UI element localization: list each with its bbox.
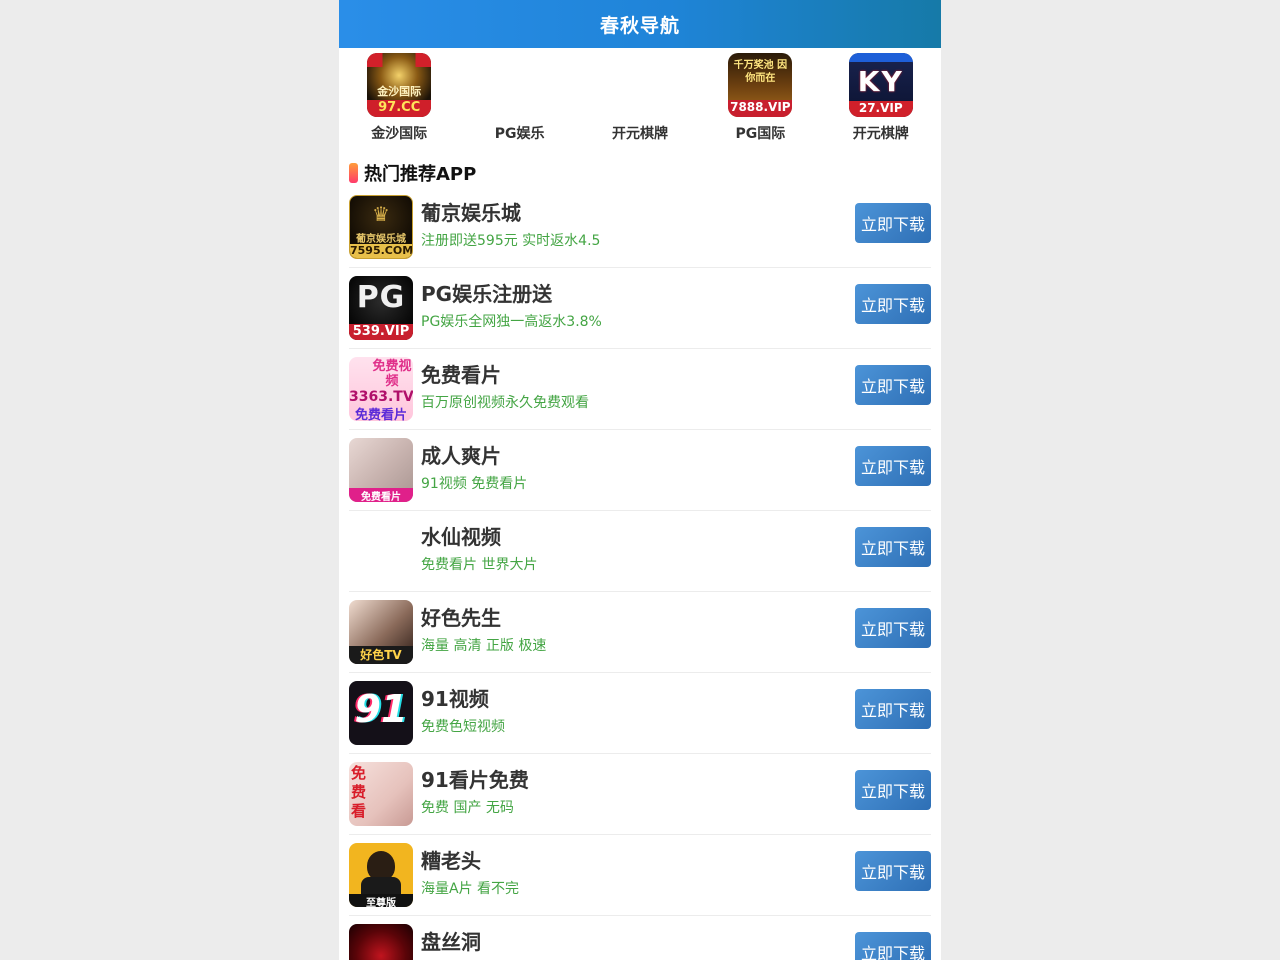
top-app-label: PG娱乐 xyxy=(494,126,545,142)
adult-video-icon-badge: 免费看片 xyxy=(349,488,413,502)
old-man-icon-badge: 至尊版 xyxy=(349,894,413,907)
top-app-label: 金沙国际 xyxy=(371,126,428,142)
app-row[interactable]: 至尊版 糟老头 海量A片 看不完 立即下载 xyxy=(349,835,931,916)
jinsha-icon-badge: 97.CC xyxy=(367,100,432,117)
ky-icon-badge: 27.VIP xyxy=(848,101,913,117)
top-app-ky[interactable]: KY 27.VIP 开元棋牌 xyxy=(821,53,941,144)
page: 春秋导航 金沙国际 97.CC 金沙国际 PG娱乐 开元棋牌 千万奖池 因你而在… xyxy=(339,0,941,960)
narcissus-app-icon xyxy=(349,519,413,583)
app-name: 91视频 xyxy=(421,687,489,711)
old-man-app-icon: 至尊版 xyxy=(349,843,413,907)
top-app-jinsha[interactable]: 金沙国际 97.CC 金沙国际 xyxy=(339,53,459,144)
pujing-app-icon: ♛ 葡京娱乐城 7595.COM xyxy=(349,195,413,259)
download-button[interactable]: 立即下载 xyxy=(855,365,931,405)
pg-icon-badge: 539.VIP xyxy=(349,324,413,340)
app-row[interactable]: ♛ 葡京娱乐城 7595.COM 葡京娱乐城 注册即送595元 实时返水4.5 … xyxy=(349,187,931,268)
pg-icon-sub: PG xyxy=(356,280,406,315)
app-name: 好色先生 xyxy=(421,606,501,630)
download-button[interactable]: 立即下载 xyxy=(855,608,931,648)
free-video-icon-sub2: 免费看片 xyxy=(354,408,407,421)
pujing-icon-sub: 葡京娱乐城 xyxy=(356,234,406,245)
app-desc: 免费 国产 无码 xyxy=(421,800,514,816)
top-app-label: 开元棋牌 xyxy=(611,126,668,142)
download-button[interactable]: 立即下载 xyxy=(855,446,931,486)
app-name: 盘丝洞 xyxy=(421,930,481,954)
adult-video-app-icon: 免费看片 xyxy=(349,438,413,502)
app-name: 成人爽片 xyxy=(421,444,501,468)
top-app-grid: 金沙国际 97.CC 金沙国际 PG娱乐 开元棋牌 千万奖池 因你而在 7888… xyxy=(339,48,941,144)
haose-icon-badge: 好色TV xyxy=(349,646,413,664)
pg-register-app-icon: PG 539.VIP xyxy=(349,276,413,340)
video91-app-icon: 91 xyxy=(349,681,413,745)
download-button[interactable]: 立即下载 xyxy=(855,203,931,243)
jinsha-icon-sub: 金沙国际 xyxy=(377,85,422,98)
app-list: ♛ 葡京娱乐城 7595.COM 葡京娱乐城 注册即送595元 实时返水4.5 … xyxy=(339,187,941,960)
download-button[interactable]: 立即下载 xyxy=(855,527,931,567)
pansidong-app-icon xyxy=(349,924,413,960)
top-app-label: 开元棋牌 xyxy=(852,126,909,142)
app-desc: 免费色短视频 xyxy=(421,719,505,735)
free-video-app-icon: 免费视频 3363.TV 免费看片 xyxy=(349,357,413,421)
jinsha-app-icon: 金沙国际 97.CC xyxy=(367,53,432,117)
download-button[interactable]: 立即下载 xyxy=(855,770,931,810)
ky-icon-sub: KY xyxy=(857,65,904,98)
app-desc: PG娱乐全网独一高返水3.8% xyxy=(421,314,602,330)
app-name: 葡京娱乐城 xyxy=(421,201,521,225)
pg-intl-icon-badge: 7888.VIP xyxy=(728,100,793,117)
pg-app-icon xyxy=(487,53,552,117)
kaiyuan-app-icon xyxy=(607,53,672,117)
video91-icon-text: 91 xyxy=(354,687,408,731)
download-button[interactable]: 立即下载 xyxy=(855,851,931,891)
download-button[interactable]: 立即下载 xyxy=(855,932,931,960)
top-app-kaiyuan[interactable]: 开元棋牌 xyxy=(580,53,700,144)
app-desc: 海量 高清 正版 极速 xyxy=(421,638,547,654)
section-title: 热门推荐APP xyxy=(339,159,941,187)
app-name: 糟老头 xyxy=(421,849,481,873)
download-button[interactable]: 立即下载 xyxy=(855,689,931,729)
free-video-icon-sub: 免费视频 xyxy=(372,359,412,389)
app-desc: 91视频 免费看片 xyxy=(421,476,528,492)
app-row[interactable]: 免费视频 3363.TV 免费看片 免费看片 百万原创视频永久免费观看 立即下载 xyxy=(349,349,931,430)
app-name: PG娱乐注册送 xyxy=(421,282,553,306)
app-row[interactable]: 免费看 91看片免费 免费 国产 无码 立即下载 xyxy=(349,754,931,835)
section-title-text: 热门推荐APP xyxy=(364,164,477,185)
haose-app-icon: 好色TV xyxy=(349,600,413,664)
pg-intl-icon-sub: 千万奖池 因你而在 xyxy=(733,60,788,84)
download-button[interactable]: 立即下载 xyxy=(855,284,931,324)
app-name: 水仙视频 xyxy=(421,525,501,549)
app-desc: 百万原创视频永久免费观看 xyxy=(421,395,589,411)
app-row[interactable]: 免费看片 成人爽片 91视频 免费看片 立即下载 xyxy=(349,430,931,511)
free91-icon-text: 免费看 xyxy=(351,764,367,820)
app-row[interactable]: 好色TV 好色先生 海量 高清 正版 极速 立即下载 xyxy=(349,592,931,673)
app-desc: 海量A片 看不完 xyxy=(421,881,520,897)
app-row[interactable]: 盘丝洞 立即下载 xyxy=(349,916,931,960)
header: 春秋导航 xyxy=(339,0,941,48)
ky-app-icon: KY 27.VIP xyxy=(848,53,913,117)
app-row[interactable]: 91 91视频 免费色短视频 立即下载 xyxy=(349,673,931,754)
app-row[interactable]: PG 539.VIP PG娱乐注册送 PG娱乐全网独一高返水3.8% 立即下载 xyxy=(349,268,931,349)
top-app-label: PG国际 xyxy=(735,126,786,142)
app-name: 91看片免费 xyxy=(421,768,529,792)
free91-app-icon: 免费看 xyxy=(349,762,413,826)
app-desc: 免费看片 世界大片 xyxy=(421,557,538,573)
section-bar-icon xyxy=(349,163,358,183)
pg-intl-app-icon: 千万奖池 因你而在 7888.VIP xyxy=(728,53,793,117)
app-desc: 注册即送595元 实时返水4.5 xyxy=(421,233,601,249)
app-row[interactable]: 水仙视频 免费看片 世界大片 立即下载 xyxy=(349,511,931,592)
app-name: 免费看片 xyxy=(421,363,501,387)
pujing-icon-badge: 7595.COM xyxy=(350,244,413,258)
page-title: 春秋导航 xyxy=(599,14,680,37)
top-app-pg-intl[interactable]: 千万奖池 因你而在 7888.VIP PG国际 xyxy=(700,53,820,144)
top-app-pg[interactable]: PG娱乐 xyxy=(459,53,579,144)
free-video-icon-badge: 3363.TV xyxy=(349,389,413,405)
